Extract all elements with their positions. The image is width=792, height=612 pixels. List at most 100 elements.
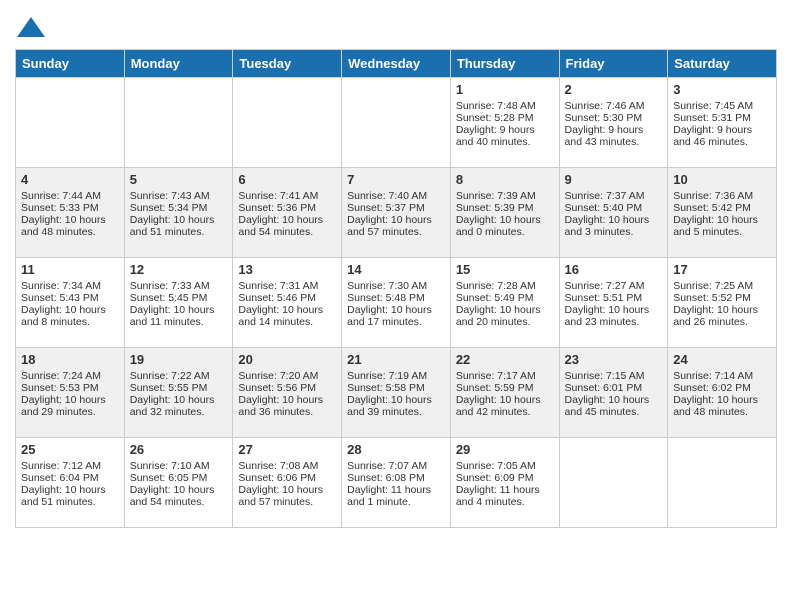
calendar-cell: 27Sunrise: 7:08 AMSunset: 6:06 PMDayligh… bbox=[233, 438, 342, 528]
day-number: 10 bbox=[673, 172, 771, 187]
calendar-cell: 26Sunrise: 7:10 AMSunset: 6:05 PMDayligh… bbox=[124, 438, 233, 528]
day-number: 4 bbox=[21, 172, 119, 187]
day-number: 21 bbox=[347, 352, 445, 367]
day-info: Sunrise: 7:44 AMSunset: 5:33 PMDaylight:… bbox=[21, 190, 106, 238]
day-number: 2 bbox=[565, 82, 663, 97]
calendar-cell: 22 Sunrise: 7:17 AMSunset: 5:59 PMDayligh… bbox=[450, 348, 559, 438]
calendar-cell: 13 Sunrise: 7:31 AMSunset: 5:46 PMDayligh… bbox=[233, 258, 342, 348]
day-info: Sunrise: 7:31 AMSunset: 5:46 PMDaylight:… bbox=[238, 280, 323, 328]
calendar-cell: 18 Sunrise: 7:24 AMSunset: 5:53 PMDayligh… bbox=[16, 348, 125, 438]
calendar-cell bbox=[233, 78, 342, 168]
day-number: 5 bbox=[130, 172, 228, 187]
day-number: 11 bbox=[21, 262, 119, 277]
day-header-monday: Monday bbox=[124, 50, 233, 78]
day-info: Sunrise: 7:43 AMSunset: 5:34 PMDaylight:… bbox=[130, 190, 215, 238]
day-number: 20 bbox=[238, 352, 336, 367]
day-number: 29 bbox=[456, 442, 554, 457]
day-info: Sunrise: 7:22 AMSunset: 5:55 PMDaylight:… bbox=[130, 370, 215, 418]
day-number: 22 bbox=[456, 352, 554, 367]
day-header-wednesday: Wednesday bbox=[342, 50, 451, 78]
calendar-cell: 7Sunrise: 7:40 AMSunset: 5:37 PMDaylight… bbox=[342, 168, 451, 258]
day-info: Sunrise: 7:41 AMSunset: 5:36 PMDaylight:… bbox=[238, 190, 323, 238]
day-number: 18 bbox=[21, 352, 119, 367]
calendar-cell: 9Sunrise: 7:37 AMSunset: 5:40 PMDaylight… bbox=[559, 168, 668, 258]
day-info: Sunrise: 7:19 AMSunset: 5:58 PMDaylight:… bbox=[347, 370, 432, 418]
day-number: 16 bbox=[565, 262, 663, 277]
calendar-week-row: 11 Sunrise: 7:34 AMSunset: 5:43 PMDayligh… bbox=[16, 258, 777, 348]
calendar-cell: 16Sunrise: 7:27 AMSunset: 5:51 PMDayligh… bbox=[559, 258, 668, 348]
day-number: 8 bbox=[456, 172, 554, 187]
day-number: 25 bbox=[21, 442, 119, 457]
calendar-table: SundayMondayTuesdayWednesdayThursdayFrid… bbox=[15, 49, 777, 528]
calendar-week-row: 1Sunrise: 7:48 AMSunset: 5:28 PMDaylight… bbox=[16, 78, 777, 168]
calendar-cell bbox=[16, 78, 125, 168]
calendar-cell: 3 Sunrise: 7:45 AMSunset: 5:31 PMDaylight… bbox=[668, 78, 777, 168]
calendar-cell: 2 Sunrise: 7:46 AMSunset: 5:30 PMDaylight… bbox=[559, 78, 668, 168]
day-header-friday: Friday bbox=[559, 50, 668, 78]
day-info: Sunrise: 7:39 AMSunset: 5:39 PMDaylight:… bbox=[456, 190, 541, 238]
calendar-cell: 11 Sunrise: 7:34 AMSunset: 5:43 PMDayligh… bbox=[16, 258, 125, 348]
day-info: Sunrise: 7:45 AMSunset: 5:31 PMDaylight:… bbox=[673, 100, 753, 148]
calendar-cell: 17Sunrise: 7:25 AMSunset: 5:52 PMDayligh… bbox=[668, 258, 777, 348]
calendar-cell: 1Sunrise: 7:48 AMSunset: 5:28 PMDaylight… bbox=[450, 78, 559, 168]
calendar-week-row: 18 Sunrise: 7:24 AMSunset: 5:53 PMDayligh… bbox=[16, 348, 777, 438]
calendar-cell: 5 Sunrise: 7:43 AMSunset: 5:34 PMDaylight… bbox=[124, 168, 233, 258]
day-number: 12 bbox=[130, 262, 228, 277]
day-number: 19 bbox=[130, 352, 228, 367]
page-header bbox=[15, 15, 777, 39]
day-number: 7 bbox=[347, 172, 445, 187]
day-header-saturday: Saturday bbox=[668, 50, 777, 78]
day-header-sunday: Sunday bbox=[16, 50, 125, 78]
day-info: Sunrise: 7:30 AMSunset: 5:48 PMDaylight:… bbox=[347, 280, 432, 328]
day-info: Sunrise: 7:17 AMSunset: 5:59 PMDaylight:… bbox=[456, 370, 541, 418]
calendar-cell: 25 Sunrise: 7:12 AMSunset: 6:04 PMDayligh… bbox=[16, 438, 125, 528]
day-number: 24 bbox=[673, 352, 771, 367]
calendar-cell: 19 Sunrise: 7:22 AMSunset: 5:55 PMDayligh… bbox=[124, 348, 233, 438]
calendar-header-row: SundayMondayTuesdayWednesdayThursdayFrid… bbox=[16, 50, 777, 78]
calendar-cell: 21 Sunrise: 7:19 AMSunset: 5:58 PMDayligh… bbox=[342, 348, 451, 438]
calendar-cell: 4 Sunrise: 7:44 AMSunset: 5:33 PMDaylight… bbox=[16, 168, 125, 258]
day-number: 14 bbox=[347, 262, 445, 277]
logo-icon bbox=[15, 15, 47, 39]
calendar-week-row: 4 Sunrise: 7:44 AMSunset: 5:33 PMDaylight… bbox=[16, 168, 777, 258]
day-info: Sunrise: 7:14 AMSunset: 6:02 PMDaylight:… bbox=[673, 370, 758, 418]
calendar-cell: 28 Sunrise: 7:07 AMSunset: 6:08 PMDayligh… bbox=[342, 438, 451, 528]
day-number: 27 bbox=[238, 442, 336, 457]
day-info: Sunrise: 7:46 AMSunset: 5:30 PMDaylight:… bbox=[565, 100, 645, 148]
calendar-cell: 8 Sunrise: 7:39 AMSunset: 5:39 PMDaylight… bbox=[450, 168, 559, 258]
calendar-cell bbox=[668, 438, 777, 528]
day-header-thursday: Thursday bbox=[450, 50, 559, 78]
calendar-cell: 10Sunrise: 7:36 AMSunset: 5:42 PMDayligh… bbox=[668, 168, 777, 258]
calendar-cell bbox=[342, 78, 451, 168]
day-info: Sunrise: 7:34 AMSunset: 5:43 PMDaylight:… bbox=[21, 280, 106, 328]
day-info: Sunrise: 7:12 AMSunset: 6:04 PMDaylight:… bbox=[21, 460, 106, 508]
day-number: 15 bbox=[456, 262, 554, 277]
day-info: Sunrise: 7:05 AMSunset: 6:09 PMDaylight:… bbox=[456, 460, 540, 508]
day-number: 6 bbox=[238, 172, 336, 187]
day-info: Sunrise: 7:24 AMSunset: 5:53 PMDaylight:… bbox=[21, 370, 106, 418]
calendar-cell bbox=[559, 438, 668, 528]
calendar-cell: 23 Sunrise: 7:15 AMSunset: 6:01 PMDayligh… bbox=[559, 348, 668, 438]
day-header-tuesday: Tuesday bbox=[233, 50, 342, 78]
calendar-cell: 24 Sunrise: 7:14 AMSunset: 6:02 PMDayligh… bbox=[668, 348, 777, 438]
day-info: Sunrise: 7:20 AMSunset: 5:56 PMDaylight:… bbox=[238, 370, 323, 418]
day-info: Sunrise: 7:37 AMSunset: 5:40 PMDaylight:… bbox=[565, 190, 650, 238]
calendar-cell: 12 Sunrise: 7:33 AMSunset: 5:45 PMDayligh… bbox=[124, 258, 233, 348]
day-info: Sunrise: 7:07 AMSunset: 6:08 PMDaylight:… bbox=[347, 460, 431, 508]
calendar-cell: 29 Sunrise: 7:05 AMSunset: 6:09 PMDayligh… bbox=[450, 438, 559, 528]
day-info: Sunrise: 7:48 AMSunset: 5:28 PMDaylight:… bbox=[456, 100, 536, 148]
day-number: 28 bbox=[347, 442, 445, 457]
calendar-cell: 14 Sunrise: 7:30 AMSunset: 5:48 PMDayligh… bbox=[342, 258, 451, 348]
day-number: 13 bbox=[238, 262, 336, 277]
logo bbox=[15, 15, 51, 39]
day-info: Sunrise: 7:25 AMSunset: 5:52 PMDaylight:… bbox=[673, 280, 758, 328]
day-info: Sunrise: 7:15 AMSunset: 6:01 PMDaylight:… bbox=[565, 370, 650, 418]
calendar-cell: 6 Sunrise: 7:41 AMSunset: 5:36 PMDaylight… bbox=[233, 168, 342, 258]
calendar-cell: 20 Sunrise: 7:20 AMSunset: 5:56 PMDayligh… bbox=[233, 348, 342, 438]
day-info: Sunrise: 7:33 AMSunset: 5:45 PMDaylight:… bbox=[130, 280, 215, 328]
day-number: 3 bbox=[673, 82, 771, 97]
day-number: 23 bbox=[565, 352, 663, 367]
calendar-cell: 15Sunrise: 7:28 AMSunset: 5:49 PMDayligh… bbox=[450, 258, 559, 348]
calendar-cell bbox=[124, 78, 233, 168]
day-number: 26 bbox=[130, 442, 228, 457]
